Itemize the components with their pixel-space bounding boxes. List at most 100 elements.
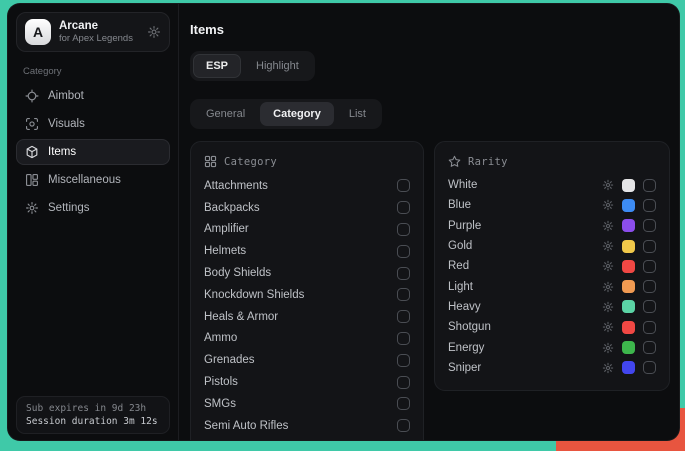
checkbox[interactable] — [397, 223, 410, 236]
app-subtitle: for Apex Legends — [59, 33, 139, 45]
category-label: Amplifier — [204, 223, 249, 235]
checkbox[interactable] — [643, 260, 656, 273]
category-label: Knockdown Shields — [204, 289, 304, 301]
checkbox[interactable] — [643, 321, 656, 334]
color-swatch[interactable] — [622, 361, 635, 374]
sidebar: A Arcane for Apex Legends Category Aimbo… — [8, 4, 179, 440]
checkbox[interactable] — [397, 267, 410, 280]
sidebar-item-label: Items — [48, 146, 76, 158]
sidebar-item-label: Visuals — [48, 118, 85, 130]
color-swatch[interactable] — [622, 280, 635, 293]
rarity-controls — [602, 300, 656, 313]
checkbox[interactable] — [397, 419, 410, 432]
category-label: Body Shields — [204, 267, 271, 279]
gear-icon[interactable] — [602, 342, 614, 354]
checkbox[interactable] — [397, 376, 410, 389]
category-label: Attachments — [204, 180, 268, 192]
category-label: Grenades — [204, 354, 255, 366]
rarity-row: Light — [448, 276, 656, 296]
sidebar-item-visuals[interactable]: Visuals — [16, 111, 170, 137]
color-swatch[interactable] — [622, 260, 635, 273]
sidebar-item-aimbot[interactable]: Aimbot — [16, 83, 170, 109]
checkbox[interactable] — [643, 280, 656, 293]
rarity-row: Gold — [448, 236, 656, 256]
sub-expiry-text: Sub expires in 9d 23h — [26, 403, 160, 414]
app-meta: Arcane for Apex Legends — [59, 19, 139, 45]
rarity-label: Sniper — [448, 362, 481, 374]
rarity-label: White — [448, 179, 477, 191]
checkbox[interactable] — [397, 310, 410, 323]
color-swatch[interactable] — [622, 341, 635, 354]
cube-icon — [25, 145, 39, 159]
category-panel-title: Category — [224, 156, 277, 168]
color-swatch[interactable] — [622, 321, 635, 334]
checkbox[interactable] — [643, 300, 656, 313]
category-row: Assault Rifles — [204, 437, 410, 441]
color-swatch[interactable] — [622, 179, 635, 192]
color-swatch[interactable] — [622, 300, 635, 313]
segment-highlight[interactable]: Highlight — [243, 54, 312, 78]
checkbox[interactable] — [643, 341, 656, 354]
rarity-controls — [602, 361, 656, 374]
sidebar-item-miscellaneous[interactable]: Miscellaneous — [16, 167, 170, 193]
color-swatch[interactable] — [622, 219, 635, 232]
color-swatch[interactable] — [622, 199, 635, 212]
layout-icon — [25, 173, 39, 187]
segment-general[interactable]: General — [193, 102, 258, 126]
category-row: Backpacks — [204, 197, 410, 219]
eye-scan-icon — [25, 117, 39, 131]
gear-icon[interactable] — [602, 240, 614, 252]
gear-icon[interactable] — [602, 260, 614, 272]
gear-icon — [25, 201, 39, 215]
checkbox[interactable] — [643, 240, 656, 253]
rarity-controls — [602, 219, 656, 232]
category-row: Helmets — [204, 240, 410, 262]
app-logo: A — [25, 19, 51, 45]
app-title: Arcane — [59, 19, 139, 33]
segment-list[interactable]: List — [336, 102, 379, 126]
checkbox[interactable] — [643, 219, 656, 232]
rarity-controls — [602, 260, 656, 273]
checkbox[interactable] — [397, 201, 410, 214]
rarity-controls — [602, 280, 656, 293]
rarity-label: Gold — [448, 240, 472, 252]
rarity-row: Energy — [448, 337, 656, 357]
checkbox[interactable] — [397, 397, 410, 410]
checkbox[interactable] — [397, 332, 410, 345]
checkbox[interactable] — [643, 361, 656, 374]
rarity-row: Blue — [448, 195, 656, 215]
items-tabs: GeneralCategoryList — [190, 99, 382, 129]
checkbox[interactable] — [643, 179, 656, 192]
checkbox[interactable] — [397, 245, 410, 258]
gear-icon[interactable] — [602, 179, 614, 191]
gear-icon[interactable] — [602, 281, 614, 293]
gear-icon[interactable] — [602, 321, 614, 333]
segment-category[interactable]: Category — [260, 102, 334, 126]
gear-icon[interactable] — [602, 220, 614, 232]
gear-icon[interactable] — [602, 362, 614, 374]
checkbox[interactable] — [397, 179, 410, 192]
category-label: Semi Auto Rifles — [204, 420, 288, 432]
category-row: SMGs — [204, 393, 410, 415]
category-label: Helmets — [204, 245, 246, 257]
segment-esp[interactable]: ESP — [193, 54, 241, 78]
gear-icon[interactable] — [602, 301, 614, 313]
checkbox[interactable] — [643, 199, 656, 212]
sidebar-section-label: Category — [23, 66, 170, 77]
sidebar-item-items[interactable]: Items — [16, 139, 170, 165]
category-row: Knockdown Shields — [204, 284, 410, 306]
sidebar-item-settings[interactable]: Settings — [16, 195, 170, 221]
gear-icon[interactable] — [602, 199, 614, 211]
rarity-panel-header: Rarity — [448, 155, 656, 168]
checkbox[interactable] — [397, 288, 410, 301]
rarity-row: Purple — [448, 216, 656, 236]
rarity-row: Red — [448, 256, 656, 276]
checkbox[interactable] — [397, 354, 410, 367]
rarity-panel: Rarity WhiteBluePurpleGoldRedLightHeavyS… — [434, 141, 670, 391]
subscription-info-card: Sub expires in 9d 23h Session duration 3… — [16, 396, 170, 434]
settings-gear-icon[interactable] — [147, 25, 161, 39]
rarity-controls — [602, 321, 656, 334]
rarity-label: Shotgun — [448, 321, 491, 333]
session-duration-text: Session duration 3m 12s — [26, 416, 160, 427]
color-swatch[interactable] — [622, 240, 635, 253]
